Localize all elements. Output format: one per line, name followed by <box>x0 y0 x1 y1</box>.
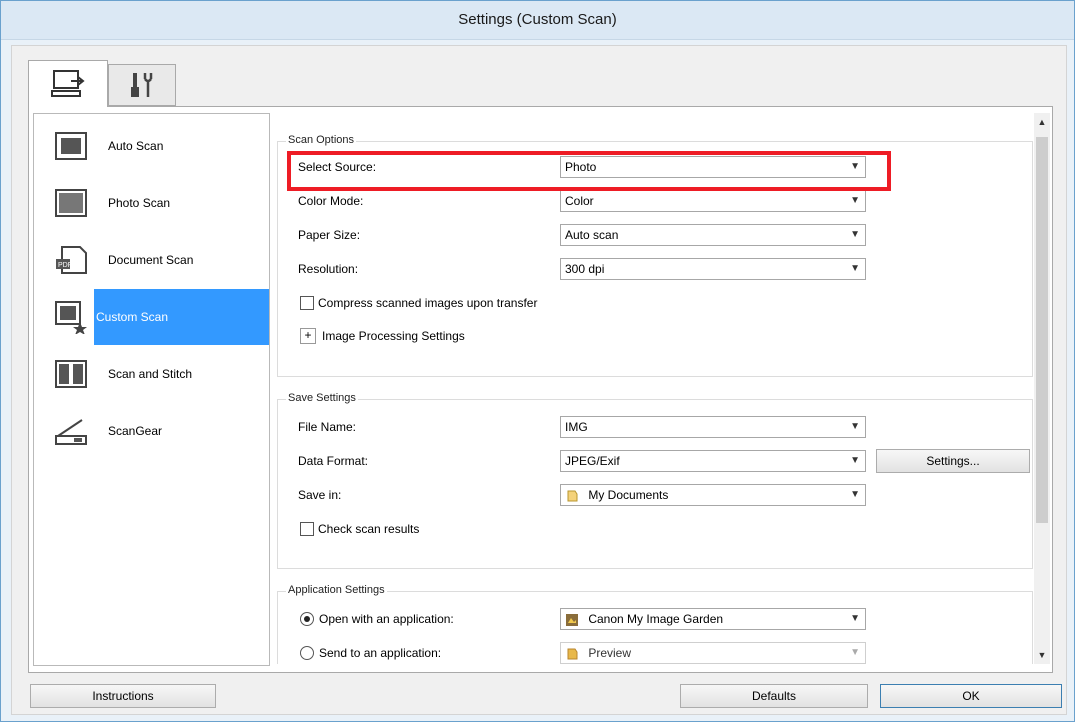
svg-text:PDF: PDF <box>58 262 72 269</box>
compress-checkbox[interactable]: Compress scanned images upon transfer <box>300 296 537 310</box>
instructions-button[interactable]: Instructions <box>30 684 216 708</box>
defaults-button[interactable]: Defaults <box>680 684 868 708</box>
file-name-combo[interactable]: IMG ▼ <box>560 416 866 438</box>
save-in-label: Save in: <box>298 488 342 502</box>
checkbox-box[interactable] <box>300 522 314 536</box>
scan-options-title: Scan Options <box>286 134 357 146</box>
radio-button-unselected[interactable] <box>300 646 314 660</box>
resolution-value: 300 dpi <box>565 262 605 276</box>
check-scan-results-checkbox[interactable]: Check scan results <box>300 522 419 536</box>
sidebar-item-label: Auto Scan <box>108 139 164 153</box>
chevron-down-icon: ▼ <box>850 489 860 500</box>
scangear-icon <box>48 411 94 451</box>
send-to-label: Send to an application: <box>319 646 442 660</box>
tab-panel: Auto Scan Photo Scan PDF Document Scan C… <box>28 106 1053 673</box>
data-format-label: Data Format: <box>298 454 369 468</box>
data-format-value: JPEG/Exif <box>565 454 620 468</box>
preview-app-icon <box>567 648 578 660</box>
chevron-down-icon: ▼ <box>850 263 860 274</box>
sidebar-item-scan-and-stitch[interactable]: Scan and Stitch <box>34 346 269 402</box>
tab-scan-from-computer[interactable] <box>28 60 108 107</box>
folder-icon <box>567 490 578 502</box>
sidebar-item-photo-scan[interactable]: Photo Scan <box>34 175 269 231</box>
sidebar-item-label: Custom Scan <box>96 310 169 324</box>
image-processing-label: Image Processing Settings <box>322 329 465 343</box>
auto-scan-icon <box>48 126 94 166</box>
sidebar-item-label: Document Scan <box>108 253 194 267</box>
sidebar-item-custom-scan[interactable]: Custom Scan <box>34 289 269 345</box>
chevron-down-icon: ▼ <box>850 613 860 624</box>
save-in-dropdown[interactable]: My Documents ▼ <box>560 484 866 506</box>
scroll-down-icon[interactable]: ▼ <box>1036 648 1048 662</box>
chevron-down-icon: ▼ <box>850 455 860 466</box>
scan-from-computer-icon <box>51 70 85 97</box>
tab-general-settings[interactable] <box>108 64 176 106</box>
window-title: Settings (Custom Scan) <box>1 1 1074 40</box>
send-to-application-radio[interactable]: Send to an application: <box>300 646 441 660</box>
sidebar-item-label: ScanGear <box>108 424 163 438</box>
chevron-down-icon: ▼ <box>850 229 860 240</box>
sidebar-item-label: Photo Scan <box>108 196 171 210</box>
sidebar-item-auto-scan[interactable]: Auto Scan <box>34 118 269 174</box>
color-mode-label: Color Mode: <box>298 194 364 208</box>
open-with-label: Open with an application: <box>319 612 454 626</box>
sidebar-item-scangear[interactable]: ScanGear <box>34 403 269 459</box>
scroll-up-icon[interactable]: ▲ <box>1036 115 1048 129</box>
application-settings-title: Application Settings <box>286 584 387 596</box>
save-settings-title: Save Settings <box>286 392 358 404</box>
highlight-box <box>287 151 891 191</box>
expand-plus-icon[interactable]: + <box>300 328 316 344</box>
color-mode-dropdown[interactable]: Color ▼ <box>560 190 866 212</box>
chevron-down-icon: ▼ <box>850 195 860 206</box>
vertical-scrollbar[interactable]: ▲ ▼ <box>1034 113 1050 664</box>
image-processing-expander[interactable]: + Image Processing Settings <box>300 328 465 344</box>
send-to-dropdown[interactable]: Preview ▼ <box>560 642 866 664</box>
file-name-label: File Name: <box>298 420 357 434</box>
scrollbar-thumb[interactable] <box>1036 137 1048 523</box>
application-settings-group: Application Settings Open with an applic… <box>277 584 1033 664</box>
checkbox-box[interactable] <box>300 296 314 310</box>
chevron-down-icon: ▼ <box>850 421 860 432</box>
paper-size-value: Auto scan <box>565 228 619 242</box>
check-scan-results-label: Check scan results <box>318 522 420 536</box>
settings-pane: Scan Options Select Source: Photo ▼ Colo… <box>277 113 1033 664</box>
image-garden-app-icon <box>566 613 578 626</box>
chevron-down-icon: ▼ <box>850 647 860 658</box>
send-to-value: Preview <box>588 646 632 660</box>
scan-type-list: Auto Scan Photo Scan PDF Document Scan C… <box>33 113 270 666</box>
custom-scan-icon <box>34 289 94 345</box>
open-with-value: Canon My Image Garden <box>588 612 724 626</box>
paper-size-dropdown[interactable]: Auto scan ▼ <box>560 224 866 246</box>
sidebar-item-label: Scan and Stitch <box>108 367 193 381</box>
paper-size-label: Paper Size: <box>298 228 361 242</box>
photo-scan-icon <box>48 183 94 223</box>
open-with-dropdown[interactable]: Canon My Image Garden ▼ <box>560 608 866 630</box>
general-settings-icon <box>131 73 153 97</box>
format-settings-button[interactable]: Settings... <box>876 449 1030 473</box>
document-scan-icon: PDF <box>48 240 94 280</box>
file-name-value: IMG <box>565 420 588 434</box>
settings-window: Settings (Custom Scan) Auto Scan Photo S… <box>0 0 1075 722</box>
save-in-value: My Documents <box>588 488 669 502</box>
open-with-application-radio[interactable]: Open with an application: <box>300 612 454 626</box>
compress-label: Compress scanned images upon transfer <box>318 296 538 310</box>
scan-and-stitch-icon <box>48 354 94 394</box>
radio-button-selected[interactable] <box>300 612 314 626</box>
resolution-dropdown[interactable]: 300 dpi ▼ <box>560 258 866 280</box>
save-settings-group: Save Settings File Name: IMG ▼ Data Form… <box>277 392 1033 569</box>
dialog-frame: Auto Scan Photo Scan PDF Document Scan C… <box>11 45 1067 715</box>
color-mode-value: Color <box>565 194 594 208</box>
data-format-dropdown[interactable]: JPEG/Exif ▼ <box>560 450 866 472</box>
resolution-label: Resolution: <box>298 262 359 276</box>
sidebar-item-document-scan[interactable]: PDF Document Scan <box>34 232 269 288</box>
ok-button[interactable]: OK <box>880 684 1062 708</box>
